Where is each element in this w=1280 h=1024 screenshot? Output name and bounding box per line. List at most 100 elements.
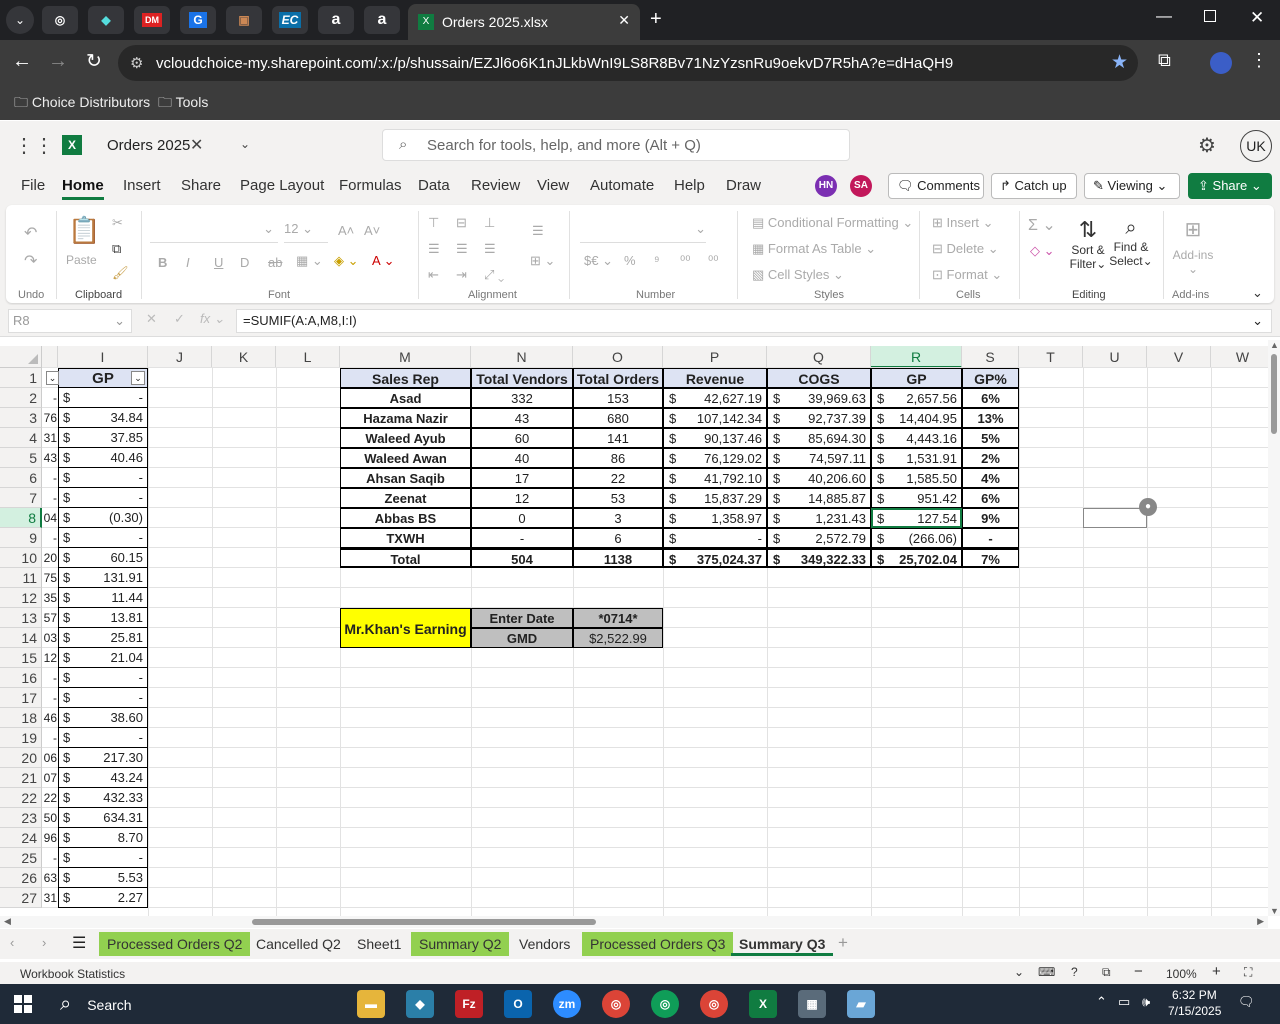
bold-icon[interactable]: B [158,255,167,270]
underline-icon[interactable]: U [214,255,223,270]
status-chevron-icon[interactable]: ⌄ [1014,965,1024,979]
summary-r10-total-orders[interactable]: 1138 [573,548,663,568]
grow-font-icon[interactable]: A˄ [338,223,354,238]
cell-h18[interactable]: 46 [42,708,58,728]
cell-h17[interactable]: - [42,688,58,708]
summary-r9-cogs[interactable]: $2,572.79 [767,528,871,548]
row-header-12[interactable]: 12 [0,588,42,608]
account-avatar[interactable]: UK [1240,130,1272,162]
summary-r9-total-orders[interactable]: 6 [573,528,663,548]
tab-view[interactable]: View [537,177,569,194]
summary-r3-total-orders[interactable]: 680 [573,408,663,428]
column-header-m[interactable]: M [340,346,471,368]
bookmark-folder-choice[interactable]: 🗀 Choice Distributors [14,92,150,116]
summary-r8-gp-percent[interactable]: 9% [962,508,1019,528]
vertical-scroll-thumb[interactable] [1271,354,1277,434]
pinned-tab-app-icon[interactable]: ◆ [88,6,124,34]
file-settings-icon[interactable]: ✕ [190,135,203,155]
row-header-16[interactable]: 16 [0,668,42,688]
summary-header-revenue[interactable]: Revenue [663,368,767,388]
add-sheet-icon[interactable]: + [838,933,848,953]
column-header-i[interactable]: I [58,346,148,368]
row-header-14[interactable]: 14 [0,628,42,648]
tab-share[interactable]: Share [181,177,221,194]
cell-i17[interactable]: $ - [58,688,148,708]
clear-icon[interactable]: ◇ ⌄ [1030,243,1055,259]
cell-h27[interactable]: 31 [42,888,58,908]
undo-icon[interactable]: ↶ [24,223,37,243]
cell-i4[interactable]: $37.85 [58,428,148,448]
row-header-11[interactable]: 11 [0,568,42,588]
column-header-u[interactable]: U [1083,346,1147,368]
summary-r6-sales-rep[interactable]: Ahsan Saqib [340,468,471,488]
restore-icon[interactable] [1204,10,1216,22]
summary-r5-gp-percent[interactable]: 2% [962,448,1019,468]
taskbar-search[interactable]: ⌕ Search [60,992,350,1016]
clock-time[interactable]: 6:32 PM [1172,988,1217,1002]
cell-i24[interactable]: $8.70 [58,828,148,848]
fill-color-icon[interactable]: ◈ ⌄ [334,253,359,269]
summary-r3-gp[interactable]: $14,404.95 [871,408,962,428]
summary-r7-sales-rep[interactable]: Zeenat [340,488,471,508]
percent-icon[interactable]: % [624,253,636,268]
summary-r9-gp[interactable]: $ (266.06) [871,528,962,548]
summary-r8-revenue[interactable]: $1,358.97 [663,508,767,528]
summary-header-gp[interactable]: GP [871,368,962,388]
cell-h11[interactable]: 75 [42,568,58,588]
align-right-icon[interactable]: ☰ [484,241,496,257]
comma-style-icon[interactable]: ⁹ [654,253,660,268]
reload-icon[interactable]: ↻ [86,50,102,73]
file-name[interactable]: Orders 2025 [107,137,190,154]
summary-r4-total-vendors[interactable]: 60 [471,428,573,448]
cell-i15[interactable]: $21.04 [58,648,148,668]
row-header-3[interactable]: 3 [0,408,42,428]
sheet-tab-summary-q2[interactable]: Summary Q2 [411,932,510,956]
keyboard-icon[interactable]: ⌨ [1038,965,1055,979]
column-header-n[interactable]: N [471,346,573,368]
paste-icon[interactable]: 📋 [68,215,100,246]
vertical-scrollbar[interactable]: ▲ ▼ [1268,340,1280,916]
tray-chevron-icon[interactable]: ⌃ [1096,994,1107,1010]
next-sheet-icon[interactable]: › [42,935,46,950]
summary-r5-gp[interactable]: $1,531.91 [871,448,962,468]
pinned-tab-g-icon[interactable]: G [180,6,216,34]
format-painter-icon[interactable]: 🖌 [112,265,129,281]
summary-r4-gp[interactable]: $4,443.16 [871,428,962,448]
sheet-tab-sheet1[interactable]: Sheet1 [349,932,409,956]
cell-i12[interactable]: $11.44 [58,588,148,608]
summary-r2-sales-rep[interactable]: Asad [340,388,471,408]
decrease-decimal-icon[interactable]: ⁰⁰ [708,253,718,269]
tab-file[interactable]: File [21,177,45,194]
bookmark-folder-tools[interactable]: 🗀 Tools [158,92,208,116]
cell-h24[interactable]: 96 [42,828,58,848]
row-header-5[interactable]: 5 [0,448,42,468]
cell-i3[interactable]: $34.84 [58,408,148,428]
zoom-icon[interactable]: zm [553,990,581,1018]
cell-h5[interactable]: 43 [42,448,58,468]
summary-header-cogs[interactable]: COGS [767,368,871,388]
pinned-tab-ec-icon[interactable]: EC [272,6,308,34]
sheet-tab-vendors[interactable]: Vendors [511,932,578,956]
summary-r9-sales-rep[interactable]: TXWH [340,528,471,548]
feedback-icon[interactable]: ⧉ [1102,965,1111,980]
gmd-label[interactable]: GMD [471,628,573,648]
summary-r4-total-orders[interactable]: 141 [573,428,663,448]
outlook-icon[interactable]: O [504,990,532,1018]
collaborator-avatar-hn[interactable]: HN [815,175,837,197]
cell-styles-button[interactable]: ▧ Cell Styles ⌄ [752,267,844,283]
row-header-4[interactable]: 4 [0,428,42,448]
cell-i13[interactable]: $13.81 [58,608,148,628]
row-header-10[interactable]: 10 [0,548,42,568]
name-box[interactable]: R8 ⌄ [8,309,132,333]
viewing-button[interactable]: ✎ Viewing ⌄ [1084,173,1180,199]
merge-icon[interactable]: ⊞ ⌄ [530,253,555,269]
share-button[interactable]: ⇪ Share ⌄ [1188,173,1272,199]
sheet-tab-processed-orders-q3[interactable]: Processed Orders Q3 [582,932,734,956]
volume-icon[interactable]: 🕪 [1142,994,1150,1010]
cell-h9[interactable]: - [42,528,58,548]
tab-automate[interactable]: Automate [590,177,654,194]
earning-label[interactable]: Mr.Khan's Earning [340,608,471,648]
cell-h22[interactable]: 22 [42,788,58,808]
excel-taskbar-icon[interactable]: X [749,990,777,1018]
scroll-up-icon[interactable]: ▲ [1270,340,1279,350]
